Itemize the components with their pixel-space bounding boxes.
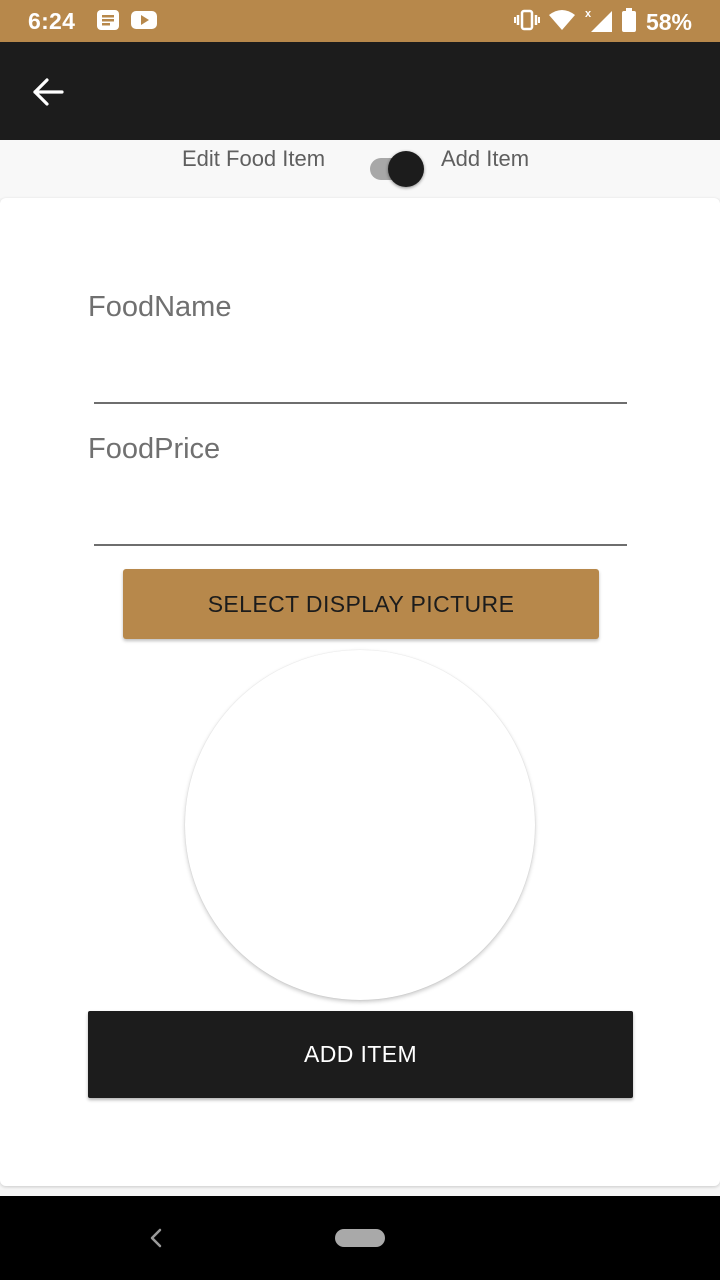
edit-food-item-label: Edit Food Item bbox=[182, 146, 326, 171]
wifi-icon bbox=[548, 9, 576, 36]
food-price-label: FoodPrice bbox=[88, 433, 221, 465]
battery-icon bbox=[621, 8, 636, 37]
notes-icon bbox=[96, 9, 120, 36]
status-system-icons: x 58% bbox=[513, 7, 692, 38]
mode-switch[interactable] bbox=[368, 148, 426, 187]
add-item-button[interactable]: ADD ITEM bbox=[88, 1011, 633, 1098]
svg-text:x: x bbox=[585, 8, 592, 20]
nav-back-icon bbox=[150, 1228, 162, 1248]
switch-thumb bbox=[388, 151, 424, 187]
add-food-form-card: FoodName FoodPrice SELECT DISPLAY PICTUR… bbox=[0, 198, 720, 1186]
status-notification-icons bbox=[96, 9, 158, 36]
youtube-icon bbox=[130, 9, 158, 36]
navigation-bar bbox=[0, 1196, 720, 1280]
select-display-picture-button[interactable]: SELECT DISPLAY PICTURE bbox=[123, 569, 599, 639]
app-bar bbox=[0, 42, 720, 140]
vibrate-icon bbox=[513, 9, 540, 36]
battery-percentage: 58% bbox=[645, 9, 692, 35]
screen: 6:24 x 58% Edit Food Item Add Item FoodN… bbox=[0, 0, 720, 1280]
mode-toggle-row: Edit Food Item Add Item bbox=[0, 140, 720, 198]
food-price-input[interactable] bbox=[94, 506, 627, 546]
display-picture-preview[interactable] bbox=[185, 650, 535, 1000]
nav-home-pill-icon[interactable] bbox=[335, 1229, 385, 1247]
back-button[interactable] bbox=[22, 66, 74, 118]
status-bar: 6:24 x 58% bbox=[0, 0, 720, 42]
add-item-label: Add Item bbox=[441, 146, 530, 171]
food-name-input[interactable] bbox=[94, 364, 627, 404]
arrow-back-icon bbox=[33, 78, 64, 106]
status-time: 6:24 bbox=[28, 8, 76, 34]
signal-icon: x bbox=[584, 7, 614, 38]
food-name-label: FoodName bbox=[88, 291, 232, 323]
nav-back-button[interactable] bbox=[140, 1222, 172, 1254]
